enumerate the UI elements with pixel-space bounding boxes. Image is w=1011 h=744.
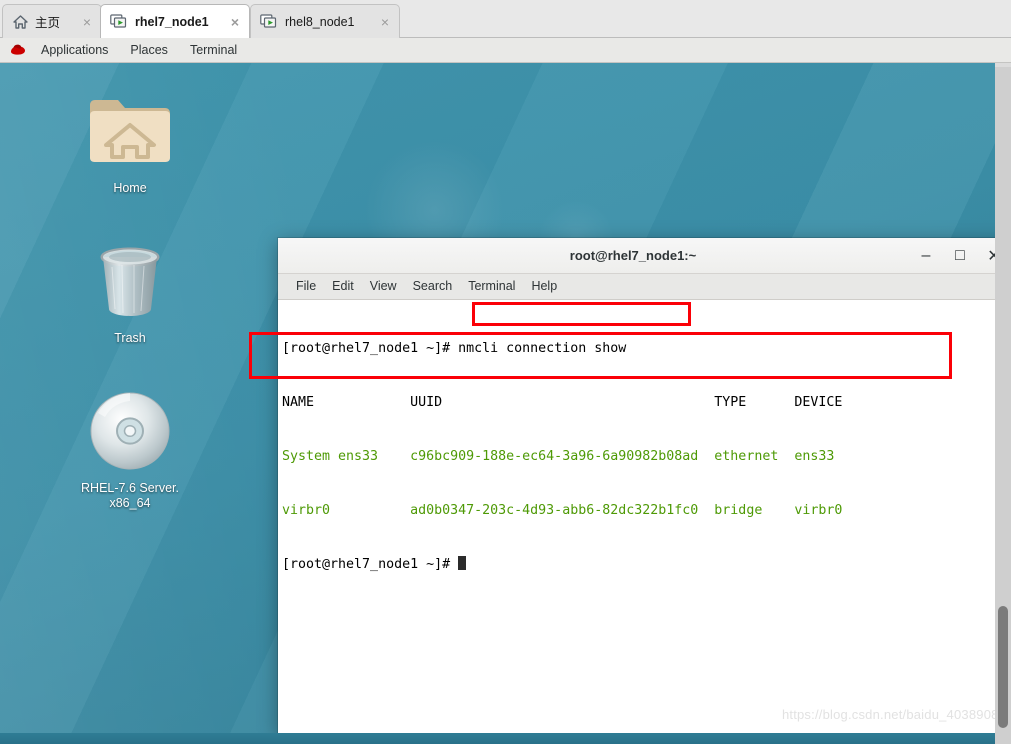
maximize-icon[interactable]: □ (952, 247, 968, 264)
scrollbar-track-cap (995, 63, 1011, 67)
shell-command: nmcli connection show (458, 341, 627, 356)
desktop-icon-label: Trash (114, 331, 146, 345)
virtual-machine-icon (260, 13, 279, 30)
screen-root: 主页 × rhel7_node1 × rhel8_node1 × Applica… (0, 0, 1011, 744)
desktop-icon-label-line2: x86_64 (109, 496, 151, 510)
desktop-icon-rhel-iso[interactable]: RHEL-7.6 Server. x86_64 (64, 391, 196, 511)
desktop-icon-home[interactable]: Home (64, 91, 196, 196)
tab-rhel7-node1[interactable]: rhel7_node1 × (100, 4, 250, 38)
menu-terminal[interactable]: Terminal (179, 38, 248, 62)
menu-help[interactable]: Help (523, 274, 565, 299)
shell-prompt: [root@rhel7_node1 ~]# (282, 557, 459, 572)
home-folder-icon (64, 91, 196, 175)
desktop-icon-trash[interactable]: Trash (64, 241, 196, 346)
virtual-machine-icon (110, 13, 129, 30)
desktop-icon-label: Home (113, 181, 147, 195)
menu-file[interactable]: File (288, 274, 324, 299)
tab-rhel8-node1[interactable]: rhel8_node1 × (250, 4, 400, 38)
menu-applications[interactable]: Applications (30, 38, 119, 62)
close-icon[interactable]: × (379, 14, 391, 30)
minimize-icon[interactable]: – (918, 247, 934, 264)
scrollbar-thumb[interactable] (998, 606, 1008, 728)
page-scrollbar[interactable] (995, 63, 1011, 744)
optical-disc-icon (64, 391, 196, 475)
gnome-top-panel: Applications Places Terminal (0, 38, 1011, 63)
connection-row: System ens33 c96bc909-188e-ec64-3a96-6a9… (282, 449, 835, 464)
trash-can-icon (64, 241, 196, 325)
watermark: https://blog.csdn.net/baidu_40389082 (781, 707, 1006, 722)
tab-label: rhel7_node1 (135, 14, 209, 29)
shell-prompt: [root@rhel7_node1 ~]# (282, 341, 459, 356)
terminal-title: root@rhel7_node1:~ (569, 248, 697, 263)
terminal-command-line: [root@rhel7_node1 ~]# nmcli connection s… (282, 340, 1011, 358)
close-icon[interactable]: × (81, 14, 93, 30)
desktop-bottom-band (0, 733, 1011, 744)
home-icon (12, 14, 29, 30)
tab-label: rhel8_node1 (285, 14, 355, 29)
text-cursor (458, 556, 467, 570)
terminal-window: root@rhel7_node1:~ – □ ✕ File Edit View … (278, 238, 1011, 733)
menu-places[interactable]: Places (119, 38, 179, 62)
connection-row: virbr0 ad0b0347-203c-4d93-abb6-82dc322b1… (282, 503, 843, 518)
terminal-titlebar[interactable]: root@rhel7_node1:~ – □ ✕ (278, 238, 1011, 274)
tab-label: 主页 (35, 16, 61, 30)
terminal-output[interactable]: [root@rhel7_node1 ~]# nmcli connection s… (278, 300, 1011, 733)
terminal-menubar: File Edit View Search Terminal Help (278, 274, 1011, 300)
connection-table-header: NAME UUID TYPE DEVICE (282, 395, 843, 410)
menu-edit[interactable]: Edit (324, 274, 362, 299)
close-icon[interactable]: × (229, 14, 241, 30)
menu-search[interactable]: Search (405, 274, 461, 299)
redhat-shadowman-icon (8, 42, 28, 58)
menu-view[interactable]: View (362, 274, 405, 299)
tab-home[interactable]: 主页 × (2, 4, 102, 38)
terminal-final-prompt-line: [root@rhel7_node1 ~]# (282, 556, 1011, 574)
menu-terminal[interactable]: Terminal (460, 274, 523, 299)
vm-tab-strip: 主页 × rhel7_node1 × rhel8_node1 × (0, 0, 1011, 38)
desktop-icon-label: RHEL-7.6 Server. (81, 481, 179, 495)
